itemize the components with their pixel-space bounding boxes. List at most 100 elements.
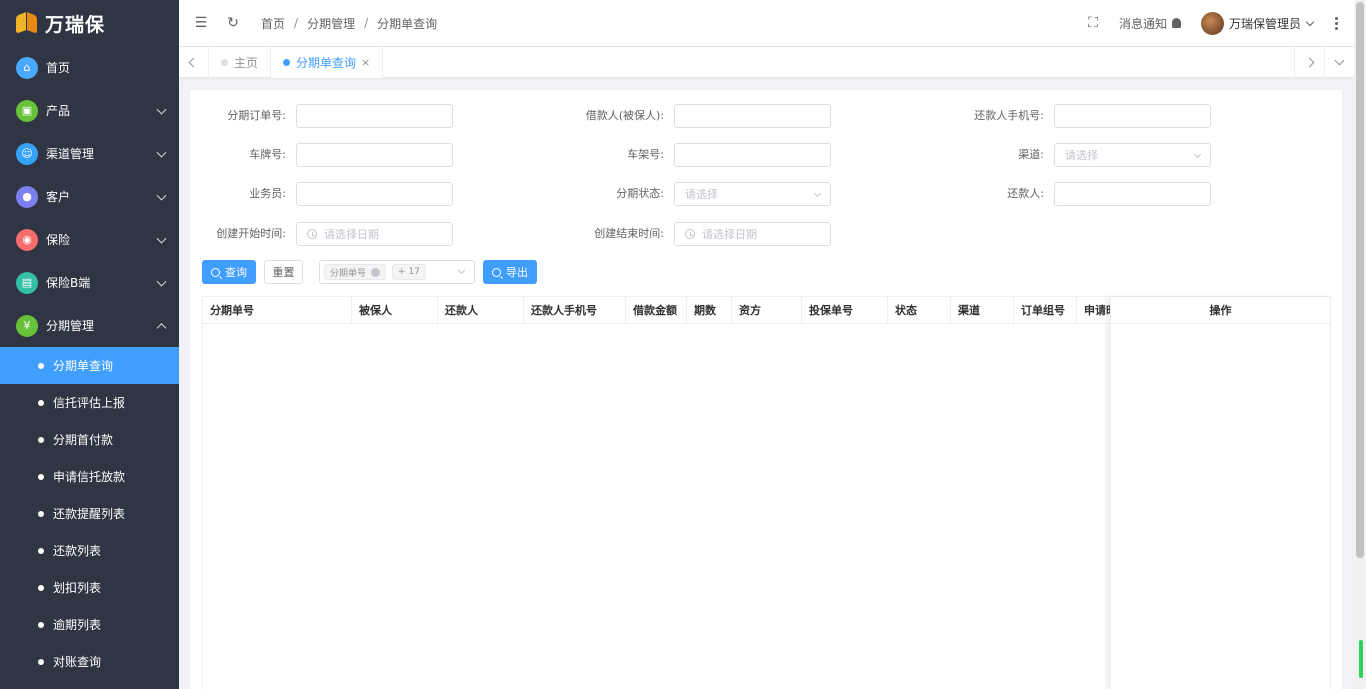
sidebar-item-insurance[interactable]: ◉ 保险 [0, 218, 179, 261]
salesman-input[interactable] [296, 182, 453, 206]
yen-icon: ¥ [16, 314, 38, 337]
sidebar-subitem-trust-report[interactable]: 信托评估上报 [0, 384, 179, 421]
sidebar-subitem-label: 信托评估上报 [53, 396, 126, 410]
repayer-phone-input[interactable] [1054, 104, 1211, 128]
sidebar-item-product[interactable]: ▣ 产品 [0, 89, 179, 132]
form-row: 车牌号: 车架号: 渠道: 请选择 [190, 143, 1342, 167]
chevron-down-icon [1193, 150, 1202, 159]
sidebar-item-label: 保险 [46, 233, 71, 247]
brand-name: 万瑞保 [45, 13, 106, 36]
column-header-operation: 操作 [1111, 297, 1330, 324]
order-no-label: 分期订单号: [227, 109, 286, 122]
location-icon: ◉ [16, 228, 38, 251]
tab-dot-icon [283, 58, 291, 66]
search-icon [492, 267, 501, 277]
end-time-label: 创建结束时间: [594, 227, 664, 240]
chevron-down-icon [813, 189, 822, 198]
sidebar-subitem-repay-reminder[interactable]: 还款提醒列表 [0, 495, 179, 532]
tabs-scroll-left-button[interactable] [179, 46, 209, 78]
bullet-icon [38, 621, 44, 628]
breadcrumb-installment[interactable]: 分期管理 [307, 15, 355, 32]
column-header: 还款人手机号 [524, 297, 626, 324]
reset-button[interactable]: 重置 [264, 260, 303, 284]
sidebar-item-channel[interactable]: ☺ 渠道管理 [0, 132, 179, 175]
bullet-icon [38, 399, 44, 406]
sidebar-subitem-repay-list[interactable]: 还款列表 [0, 532, 179, 569]
plate-input[interactable] [296, 143, 453, 167]
chevron-down-icon [156, 147, 167, 158]
search-button[interactable]: 查询 [202, 260, 256, 284]
sidebar-subitem-deduct-list[interactable]: 划扣列表 [0, 569, 179, 606]
clock-icon [307, 229, 317, 239]
card-icon: ▤ [16, 271, 38, 294]
notification-button[interactable]: 消息通知 [1119, 15, 1181, 32]
sidebar-subitem-installment-query[interactable]: 分期单查询 [0, 347, 179, 384]
tabs-dropdown-button[interactable] [1324, 46, 1354, 78]
status-select[interactable]: 请选择 [674, 182, 831, 206]
search-icon [211, 267, 220, 277]
order-no-input[interactable] [296, 104, 453, 128]
clock-icon [685, 229, 695, 239]
chevron-up-icon [156, 322, 167, 333]
end-date-placeholder: 请选择日期 [702, 228, 757, 241]
content-card: 分期订单号: 借款人(被保人): 还款人手机号: 车牌号: 车架号: 渠道: 请… [190, 90, 1342, 689]
sidebar-item-label: 渠道管理 [46, 147, 95, 161]
chevron-down-icon [156, 276, 167, 287]
tab-label: 主页 [234, 55, 259, 70]
bag-icon: ▣ [16, 99, 38, 122]
chevron-down-icon [1334, 55, 1345, 65]
more-vertical-icon[interactable] [1335, 16, 1338, 30]
sidebar-item-customer[interactable]: ● 客户 [0, 175, 179, 218]
sidebar-item-insurance-b[interactable]: ▤ 保险B端 [0, 261, 179, 304]
vin-input[interactable] [674, 143, 831, 167]
channel-label: 渠道: [1018, 148, 1044, 161]
channel-select[interactable]: 请选择 [1054, 143, 1211, 167]
refresh-icon[interactable]: ↻ [223, 13, 243, 33]
user-menu[interactable]: 万瑞保管理员 [1200, 11, 1315, 35]
form-row: 创建开始时间: 请选择日期 创建结束时间: 请选择日期 [190, 222, 1342, 246]
menu-fold-icon[interactable]: ☰ [191, 13, 211, 33]
column-header: 期数 [687, 297, 732, 324]
close-icon[interactable] [371, 267, 381, 277]
export-button-label: 导出 [506, 266, 528, 279]
sidebar-item-home[interactable]: ⌂ 首页 [0, 46, 179, 89]
sidebar-subitem-trust-loan[interactable]: 申请信托放款 [0, 458, 179, 495]
chevron-down-icon [156, 190, 167, 201]
sidebar-item-installment[interactable]: ¥ 分期管理 [0, 304, 179, 347]
borrower-input[interactable] [674, 104, 831, 128]
column-header: 资方 [732, 297, 802, 324]
sidebar-subitem-reconciliation[interactable]: 对账查询 [0, 643, 179, 680]
sidebar-subitem-label: 分期首付款 [53, 433, 114, 447]
form-row: 业务员: 分期状态: 请选择 还款人: [190, 182, 1342, 206]
scrollbar-thumb[interactable] [1356, 2, 1364, 558]
user-icon: ● [16, 185, 38, 208]
page-scrollbar[interactable] [1354, 0, 1366, 689]
tabs-scroll-right-button[interactable] [1294, 46, 1324, 78]
plate-label: 车牌号: [249, 148, 286, 161]
close-icon[interactable]: × [361, 56, 370, 69]
column-header: 状态 [888, 297, 951, 324]
app-logo[interactable]: 万瑞保 [0, 0, 179, 46]
column-header: 渠道 [951, 297, 1014, 324]
sidebar: 万瑞保 ⌂ 首页 ▣ 产品 ☺ 渠道管理 ● 客户 ◉ 保险 ▤ 保险B端 ¥ … [0, 0, 179, 689]
status-label: 分期状态: [616, 187, 664, 200]
start-date-picker[interactable]: 请选择日期 [296, 222, 453, 246]
sidebar-subitem-overdue-list[interactable]: 逾期列表 [0, 606, 179, 643]
repayer-input[interactable] [1054, 182, 1211, 206]
bullet-icon [38, 362, 44, 369]
chevron-down-icon [156, 233, 167, 244]
breadcrumb-home[interactable]: 首页 [261, 15, 285, 32]
tab-dot-icon [221, 58, 228, 66]
sidebar-subitem-down-payment[interactable]: 分期首付款 [0, 421, 179, 458]
home-icon: ⌂ [16, 56, 38, 79]
tab-installment-query[interactable]: 分期单查询 × [271, 46, 384, 78]
end-date-picker[interactable]: 请选择日期 [674, 222, 831, 246]
tab-home[interactable]: 主页 [209, 46, 272, 78]
export-button[interactable]: 导出 [483, 260, 537, 284]
column-header: 投保单号 [802, 297, 888, 324]
fullscreen-icon[interactable]: ⛶ [1083, 13, 1103, 33]
bullet-icon [38, 658, 44, 665]
start-time-label: 创建开始时间: [216, 227, 286, 240]
column-select[interactable]: 分期单号 + 17 [319, 260, 475, 284]
channel-icon: ☺ [16, 142, 38, 165]
